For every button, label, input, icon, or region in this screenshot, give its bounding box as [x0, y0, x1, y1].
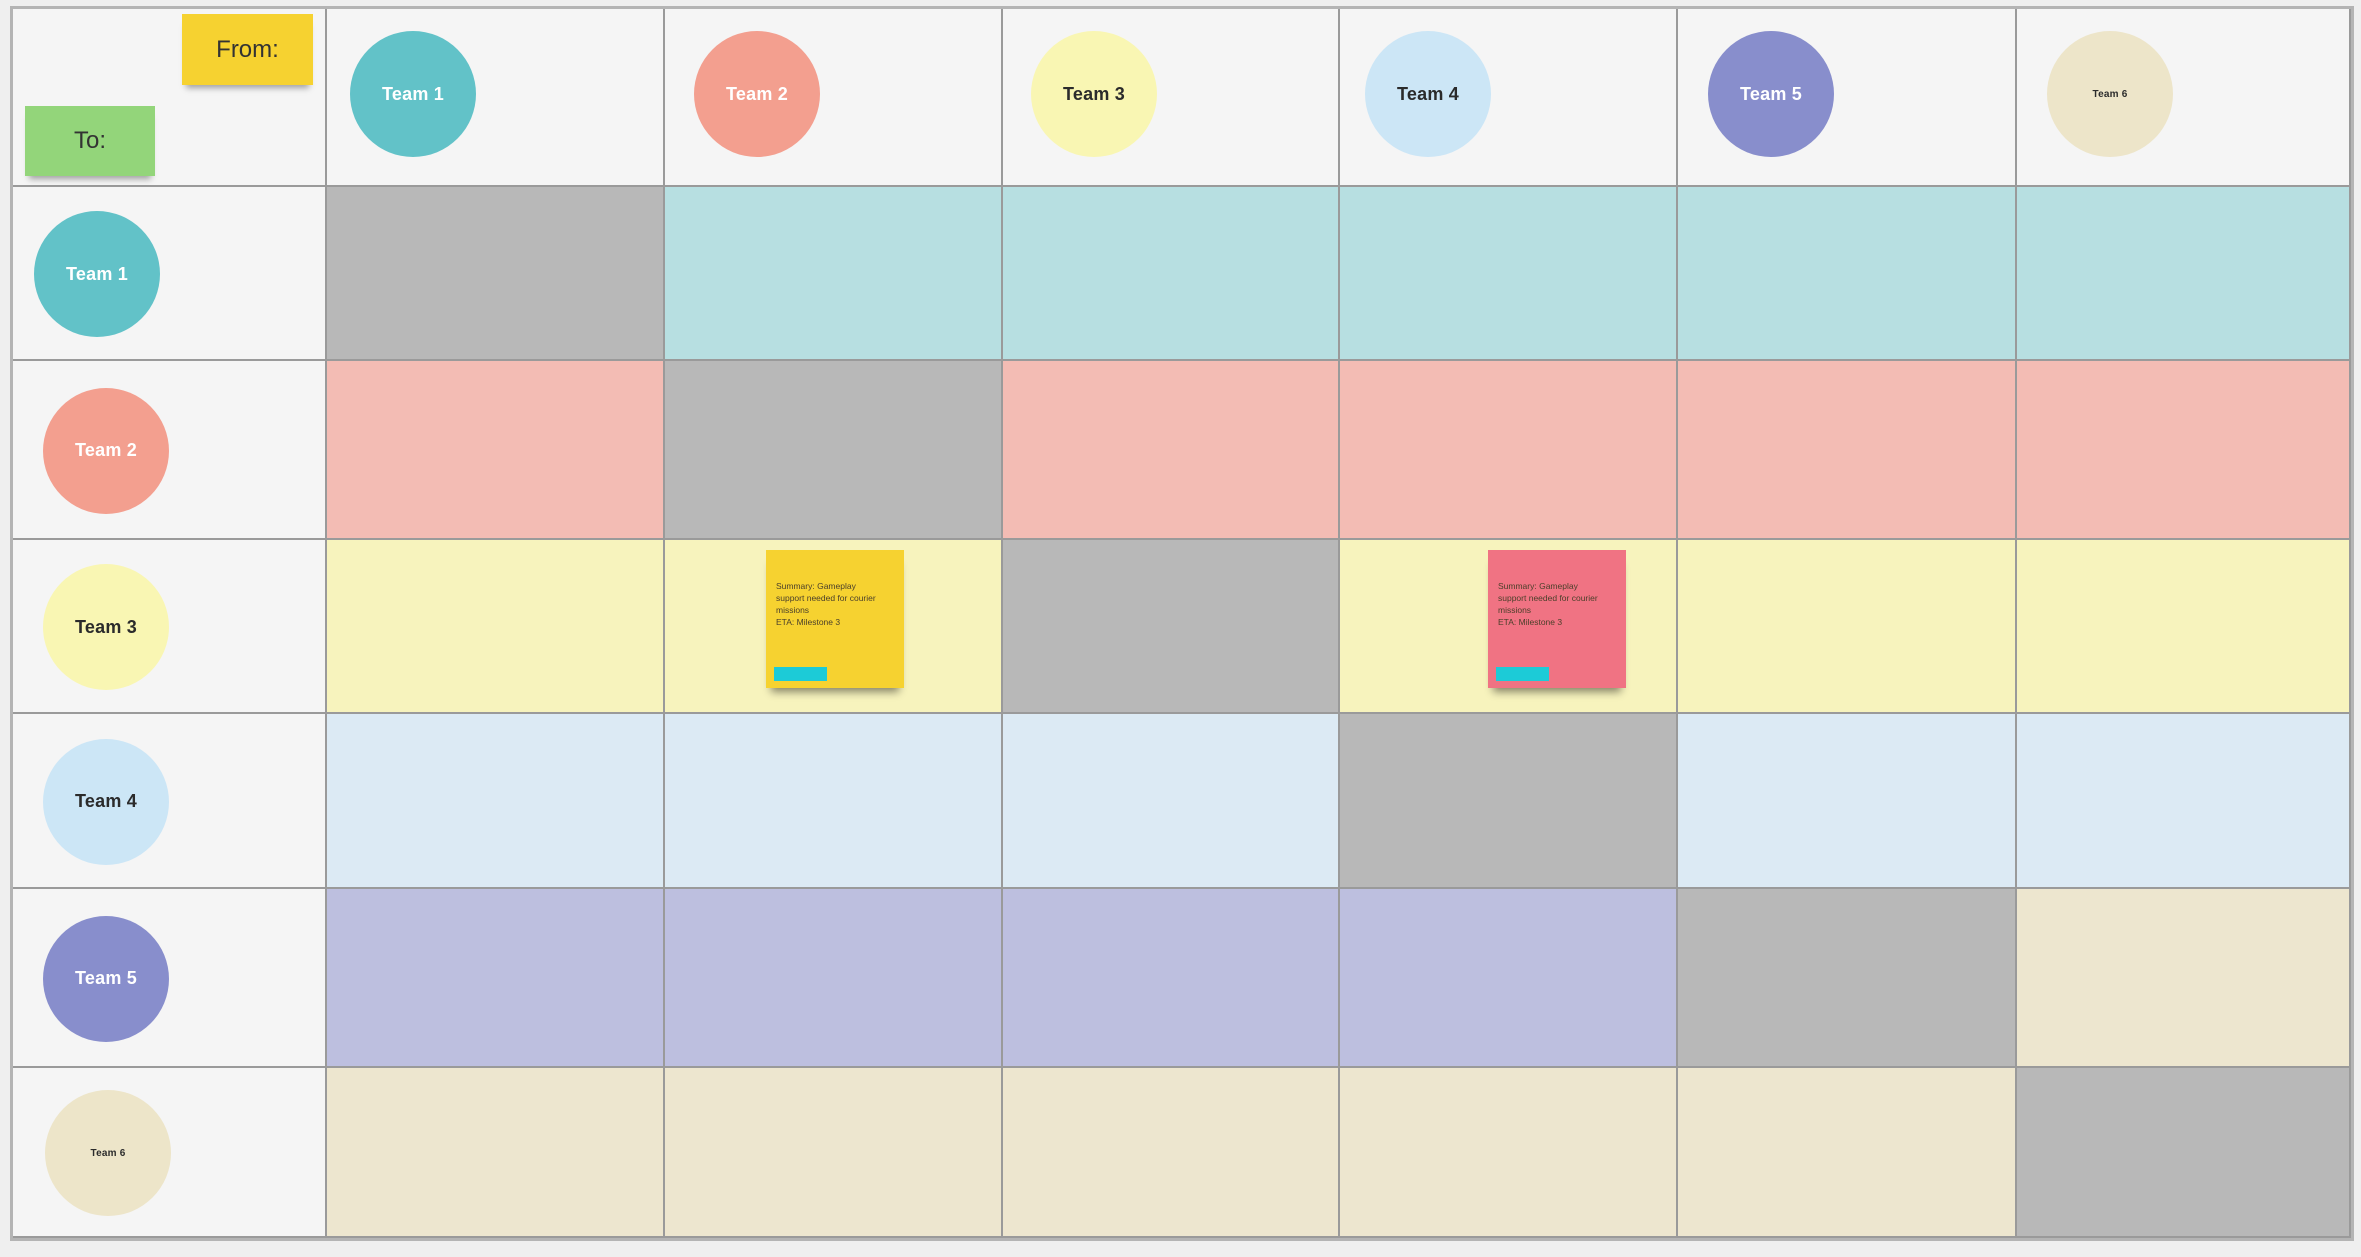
team-name: Team 4: [75, 791, 137, 811]
matrix-cell[interactable]: [1340, 889, 1678, 1068]
matrix-cell[interactable]: [327, 889, 665, 1068]
matrix-cell[interactable]: [1678, 187, 2017, 361]
sticky-note-line: ETA: Milestone 3: [776, 617, 841, 627]
matrix-cell[interactable]: [1340, 1068, 1678, 1238]
row-header-cell: Team 6: [13, 1068, 327, 1238]
sticky-note[interactable]: Summary: Gameplay support needed for cour…: [766, 550, 904, 688]
team-badge-from[interactable]: Team 3: [1031, 31, 1157, 157]
team-name: Team 4: [1397, 83, 1459, 104]
matrix-cell[interactable]: [2017, 714, 2351, 889]
row-header-cell: Team 3: [13, 540, 327, 714]
matrix-cell[interactable]: [2017, 361, 2351, 540]
team-badge-from[interactable]: Team 4: [1365, 31, 1491, 157]
matrix-cell[interactable]: [327, 1068, 665, 1238]
matrix-cell-self[interactable]: [665, 361, 1003, 540]
team-name: Team 2: [726, 83, 788, 104]
team-badge-from[interactable]: Team 2: [694, 31, 820, 157]
matrix-cell[interactable]: [665, 889, 1003, 1068]
team-badge-from[interactable]: Team 5: [1708, 31, 1834, 157]
team-name: Team 6: [2092, 88, 2128, 100]
team-badge-to[interactable]: Team 4: [43, 738, 169, 865]
team-name: Team 5: [75, 968, 137, 988]
team-badge-to[interactable]: Team 3: [43, 564, 169, 690]
row-header-cell: Team 5: [13, 889, 327, 1068]
team-name: Team 5: [1740, 83, 1802, 104]
team-name: Team 2: [75, 440, 137, 460]
sticky-note-line: support needed for courier: [1498, 593, 1598, 603]
sticky-note-line: missions: [776, 605, 810, 615]
row-header-cell: Team 2: [13, 361, 327, 540]
row-header-cell: Team 1: [13, 187, 327, 361]
matrix-cell[interactable]: [1678, 714, 2017, 889]
matrix-cell[interactable]: [1678, 361, 2017, 540]
matrix-cell[interactable]: [665, 187, 1003, 361]
row-header-cell: Team 4: [13, 714, 327, 889]
matrix-cell-self[interactable]: [2017, 1068, 2351, 1238]
column-header-cell: Team 1: [327, 9, 665, 187]
matrix-cell[interactable]: [327, 714, 665, 889]
matrix-cell-self[interactable]: [1678, 889, 2017, 1068]
matrix-cell[interactable]: [1003, 889, 1340, 1068]
matrix-cell[interactable]: [327, 540, 665, 714]
from-label-text: From:: [216, 35, 279, 63]
matrix-cell[interactable]: [1340, 361, 1678, 540]
column-header-cell: Team 4: [1340, 9, 1678, 187]
matrix-cell[interactable]: [1003, 1068, 1340, 1238]
sticky-note-tag: [1496, 667, 1549, 681]
matrix-cell[interactable]: [2017, 187, 2351, 361]
sticky-note-line: ETA: Milestone 3: [1498, 617, 1563, 627]
matrix-cell-self[interactable]: [1340, 714, 1678, 889]
sticky-note-tag: [774, 667, 827, 681]
to-label-text: To:: [73, 127, 106, 154]
matrix-cell[interactable]: [2017, 889, 2351, 1068]
team-badge-to[interactable]: Team 1: [34, 211, 160, 337]
matrix-cell[interactable]: [1678, 540, 2017, 714]
to-label-note[interactable]: To:: [25, 106, 155, 176]
matrix-cell[interactable]: [665, 714, 1003, 889]
team-badge-to[interactable]: Team 6: [45, 1090, 171, 1216]
team-badge-from[interactable]: Team 6: [2047, 31, 2173, 157]
team-name: Team 3: [75, 616, 137, 637]
matrix-cell[interactable]: [1003, 187, 1340, 361]
matrix-cell[interactable]: [665, 1068, 1003, 1238]
column-header-cell: Team 2: [665, 9, 1003, 187]
team-badge-from[interactable]: Team 1: [350, 31, 476, 157]
sticky-note[interactable]: Summary: Gameplay support needed for cour…: [1488, 550, 1626, 688]
team-name: Team 6: [90, 1147, 126, 1159]
sticky-note-line: support needed for courier: [776, 593, 876, 603]
team-badge-to[interactable]: Team 2: [43, 387, 169, 514]
matrix-cell[interactable]: [1340, 187, 1678, 361]
matrix-cell[interactable]: [1003, 361, 1340, 540]
matrix-cell[interactable]: [2017, 540, 2351, 714]
matrix-cell-self[interactable]: [1003, 540, 1340, 714]
matrix-cell[interactable]: [1678, 1068, 2017, 1238]
matrix-cell[interactable]: [327, 361, 665, 540]
team-name: Team 1: [382, 83, 444, 104]
team-badge-to[interactable]: Team 5: [43, 915, 169, 1042]
column-header-cell: Team 3: [1003, 9, 1340, 187]
matrix-cell-self[interactable]: [327, 187, 665, 361]
team-name: Team 3: [1063, 83, 1125, 104]
sticky-note-line: Summary: Gameplay: [776, 581, 856, 591]
matrix-cell[interactable]: [1003, 714, 1340, 889]
column-header-cell: Team 6: [2017, 9, 2351, 187]
sticky-note-line: missions: [1498, 605, 1532, 615]
dependency-matrix-board: From: To: Team 1 Team 2 Team 3 Team 4 Team 5…: [10, 6, 2354, 1241]
from-label-note[interactable]: From:: [182, 14, 313, 85]
team-name: Team 1: [66, 263, 128, 284]
column-header-cell: Team 5: [1678, 9, 2017, 187]
sticky-note-line: Summary: Gameplay: [1498, 581, 1578, 591]
